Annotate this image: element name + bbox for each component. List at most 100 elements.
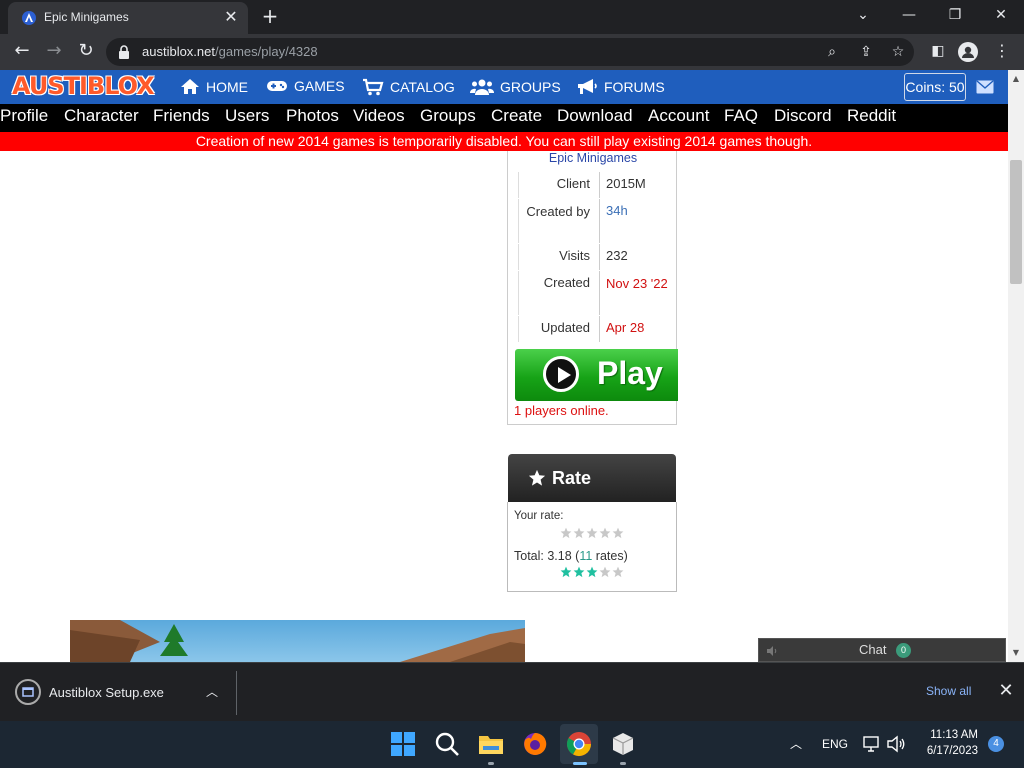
nav-games[interactable]: GAMES: [266, 78, 345, 94]
rate-header: Rate: [508, 454, 676, 502]
cart-icon: [363, 78, 384, 96]
total-prefix: Total:: [514, 549, 548, 563]
share-icon[interactable]: ⇪: [856, 42, 876, 62]
restore-icon[interactable]: ❐: [940, 4, 970, 28]
search-icon[interactable]: [433, 730, 461, 758]
subnav-discord[interactable]: Discord: [774, 106, 832, 126]
play-button[interactable]: Play: [515, 349, 678, 401]
firefox-icon[interactable]: [521, 730, 549, 758]
subnav-faq[interactable]: FAQ: [724, 106, 758, 126]
subnav-reddit[interactable]: Reddit: [847, 106, 896, 126]
windows-taskbar: ︿ ENG 11:13 AM 6/17/2023 4: [0, 721, 1024, 768]
subnav-character[interactable]: Character: [64, 106, 139, 126]
search-icon[interactable]: ⌕: [822, 42, 842, 62]
subnav-account[interactable]: Account: [648, 106, 709, 126]
running-indicator: [620, 762, 626, 765]
total-rate-star-1: [560, 566, 572, 578]
side-panel-icon[interactable]: ◧: [926, 40, 950, 64]
chevron-up-icon[interactable]: ︿: [204, 683, 220, 699]
your-rate-stars[interactable]: [560, 527, 624, 539]
tray-overflow-chevron-icon[interactable]: ︿: [790, 735, 802, 752]
bookmark-star-icon[interactable]: ☆: [888, 42, 908, 62]
scroll-up-icon[interactable]: ▲: [1011, 74, 1021, 84]
new-tab-icon[interactable]: +: [260, 6, 280, 27]
clock-time[interactable]: 11:13 AM: [926, 729, 978, 741]
download-file-name[interactable]: Austiblox Setup.exe: [49, 685, 164, 700]
url-text: austiblox.net/games/play/4328: [142, 44, 318, 59]
your-rate-star-1[interactable]: [560, 527, 572, 539]
volume-icon[interactable]: [886, 734, 906, 754]
coins-button[interactable]: Coins: 50: [904, 73, 966, 101]
subnav-groups[interactable]: Groups: [420, 106, 476, 126]
language-indicator[interactable]: ENG: [822, 737, 848, 751]
download-shelf: Austiblox Setup.exe ︿ Show all ✕: [0, 662, 1024, 721]
reload-icon[interactable]: ↻: [74, 40, 98, 64]
active-indicator: [573, 762, 587, 765]
creator-link[interactable]: 34h: [599, 199, 669, 243]
scrollbar-thumb[interactable]: [1010, 160, 1022, 284]
network-icon[interactable]: [862, 734, 882, 754]
nav-catalog-label: CATALOG: [390, 79, 455, 95]
clock-date[interactable]: 6/17/2023: [920, 745, 978, 757]
info-row-client: Client 2015M: [518, 172, 668, 198]
subnav-videos[interactable]: Videos: [353, 106, 405, 126]
game-title-link[interactable]: Epic Minigames: [508, 151, 678, 165]
scroll-down-icon[interactable]: ▼: [1011, 648, 1021, 658]
your-rate-star-4[interactable]: [599, 527, 611, 539]
running-indicator: [488, 762, 494, 765]
show-all-downloads-link[interactable]: Show all: [926, 684, 971, 698]
nav-forums[interactable]: FORUMS: [576, 78, 665, 96]
info-row-visits: Visits 232: [518, 244, 668, 270]
info-row-updated: Updated Apr 28: [518, 316, 668, 342]
page-scrollbar[interactable]: ▲ ▼: [1008, 70, 1024, 662]
file-explorer-icon[interactable]: [477, 730, 505, 758]
nav-groups[interactable]: GROUPS: [470, 78, 561, 96]
speaker-icon[interactable]: [766, 645, 778, 657]
info-label: Updated: [518, 316, 598, 342]
back-arrow-icon[interactable]: ←: [10, 40, 34, 64]
profile-icon[interactable]: [958, 42, 978, 62]
total-rate-star-5: [612, 566, 624, 578]
subnav-download[interactable]: Download: [557, 106, 633, 126]
tab-search-chevron-icon[interactable]: ⌄: [848, 4, 878, 28]
info-row-created: Created Nov 23 '22: [518, 271, 668, 315]
forward-arrow-icon[interactable]: →: [42, 40, 66, 64]
home-icon: [181, 79, 199, 94]
menu-kebab-icon[interactable]: ⋮: [990, 40, 1014, 64]
austiblox-logo[interactable]: AUSTIBLOX: [12, 72, 155, 102]
total-count: 11: [579, 549, 593, 563]
mail-icon[interactable]: [976, 80, 994, 94]
address-bar[interactable]: austiblox.net/games/play/4328 ⌕ ⇪ ☆: [106, 38, 914, 66]
cube-app-icon[interactable]: [609, 730, 637, 758]
total-score: 3.18: [547, 549, 572, 563]
tab-close-icon[interactable]: ✕: [222, 8, 240, 26]
nav-home-label: HOME: [206, 78, 248, 95]
subnav-create[interactable]: Create: [491, 106, 542, 126]
nav-home[interactable]: HOME: [180, 78, 248, 95]
total-rate-star-2: [573, 566, 585, 578]
subnav-users[interactable]: Users: [225, 106, 269, 126]
chrome-icon[interactable]: [565, 730, 593, 758]
chat-bar[interactable]: Chat 0: [758, 638, 1006, 662]
total-rating-text: Total: 3.18 (11 rates): [514, 549, 628, 563]
total-suffix: rates): [592, 549, 628, 563]
your-rate-star-2[interactable]: [573, 527, 585, 539]
total-rate-star-4: [599, 566, 611, 578]
notification-badge[interactable]: 4: [988, 736, 1004, 752]
windows-start-icon[interactable]: [389, 730, 417, 758]
your-rate-star-5[interactable]: [612, 527, 624, 539]
minimize-icon[interactable]: —: [894, 4, 924, 28]
nav-forums-label: FORUMS: [604, 79, 665, 95]
browser-tab[interactable]: Epic Minigames ✕: [8, 2, 248, 34]
subnav-friends[interactable]: Friends: [153, 106, 210, 126]
game-info-panel: Epic Minigames Client 2015M Created by 3…: [507, 151, 678, 425]
subnav-photos[interactable]: Photos: [286, 106, 339, 126]
users-icon: [470, 79, 494, 95]
your-rate-star-3[interactable]: [586, 527, 598, 539]
site-header: AUSTIBLOX HOME GAMES CATALOG GROUPS FORU…: [0, 70, 1008, 104]
subnav-profile[interactable]: Profile: [0, 106, 48, 126]
close-download-shelf-icon[interactable]: ✕: [996, 681, 1016, 701]
window-close-icon[interactable]: ✕: [986, 4, 1016, 28]
nav-catalog[interactable]: CATALOG: [362, 78, 455, 96]
info-value: Apr 28: [599, 316, 669, 342]
